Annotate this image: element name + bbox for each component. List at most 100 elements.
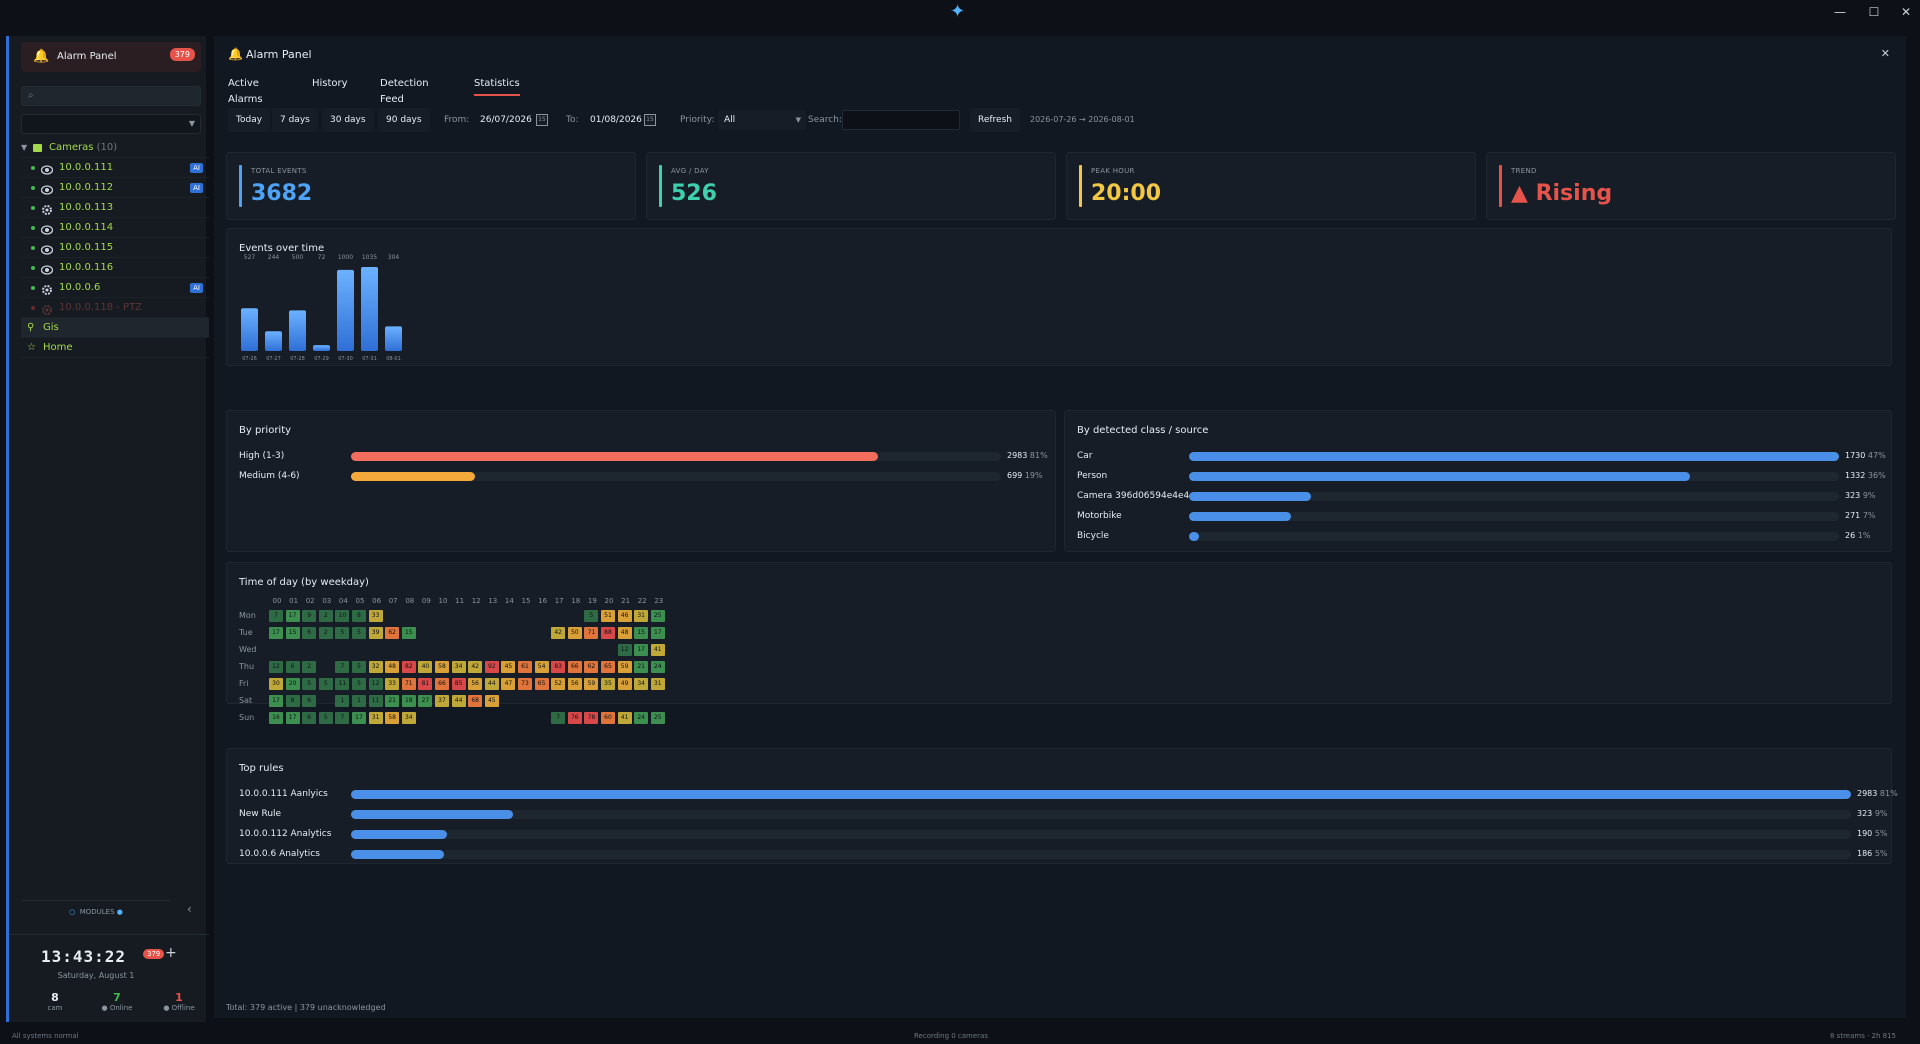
sidebar-filter-select[interactable]: ▼ bbox=[21, 114, 201, 134]
heatmap-cell[interactable]: 40 bbox=[418, 661, 433, 673]
heatmap-cell[interactable]: 1 bbox=[335, 695, 350, 707]
chart-bar[interactable] bbox=[337, 269, 354, 351]
heatmap-cell[interactable]: 2 bbox=[318, 610, 333, 622]
heatmap-cell[interactable]: 65 bbox=[601, 661, 615, 673]
heatmap-cell[interactable]: 76 bbox=[567, 712, 582, 724]
heatmap-cell[interactable]: 42 bbox=[468, 661, 483, 673]
bar-row[interactable]: Car 1730 47% bbox=[1077, 449, 1899, 463]
clock-alarm-badge[interactable]: 379 bbox=[143, 949, 165, 959]
calendar-icon[interactable]: 15 bbox=[644, 114, 656, 126]
sidebar-item-gis[interactable]: ⚲ Gis bbox=[21, 318, 209, 338]
heatmap-cell[interactable]: 17 bbox=[650, 627, 665, 639]
heatmap-cell[interactable]: 31 bbox=[650, 678, 665, 690]
heatmap-cell[interactable]: 44 bbox=[484, 678, 499, 690]
heatmap-cell[interactable]: 25 bbox=[650, 712, 665, 724]
sidebar-search-input[interactable]: ⌕ bbox=[21, 86, 201, 106]
heatmap-cell[interactable]: 81 bbox=[418, 678, 433, 690]
heatmap-cell[interactable]: 8 bbox=[285, 695, 300, 707]
camera-item[interactable]: 10.0.0.115 bbox=[21, 238, 209, 258]
heatmap-cell[interactable]: 44 bbox=[451, 695, 466, 707]
heatmap-cell[interactable]: 56 bbox=[567, 678, 582, 690]
heatmap-cell[interactable]: 8 bbox=[352, 610, 366, 622]
range-7-days-button[interactable]: 7 days bbox=[272, 108, 318, 132]
chart-bar[interactable] bbox=[385, 326, 402, 351]
heatmap-cell[interactable]: 33 bbox=[385, 678, 400, 690]
search-input[interactable] bbox=[842, 110, 960, 130]
chart-bar[interactable] bbox=[313, 345, 330, 351]
heatmap-cell[interactable]: 11 bbox=[335, 678, 350, 690]
heatmap-cell[interactable]: 46 bbox=[617, 610, 632, 622]
heatmap-cell[interactable]: 37 bbox=[435, 695, 449, 707]
heatmap-cell[interactable]: 2 bbox=[302, 661, 317, 673]
heatmap-cell[interactable]: 6 bbox=[302, 695, 317, 707]
bar-row[interactable]: Bicycle 26 1% bbox=[1077, 529, 1899, 543]
heatmap-cell[interactable]: 58 bbox=[435, 661, 449, 673]
heatmap-cell[interactable]: 6 bbox=[302, 627, 317, 639]
heatmap-cell[interactable]: 48 bbox=[385, 661, 400, 673]
bar-row[interactable]: New Rule 323 9% bbox=[239, 807, 1911, 821]
heatmap-cell[interactable]: 20 bbox=[285, 678, 300, 690]
heatmap-cell[interactable]: 12 bbox=[368, 678, 383, 690]
heatmap-cell[interactable]: 82 bbox=[401, 661, 416, 673]
heatmap-cell[interactable]: 17 bbox=[269, 695, 283, 707]
camera-item[interactable]: 10.0.0.116 bbox=[21, 258, 209, 278]
heatmap-cell[interactable]: 15 bbox=[285, 627, 300, 639]
heatmap-cell[interactable]: 50 bbox=[567, 627, 582, 639]
collapse-sidebar-icon[interactable]: ‹ bbox=[187, 902, 192, 916]
heatmap-cell[interactable]: 47 bbox=[501, 678, 516, 690]
heatmap-cell[interactable]: 15 bbox=[634, 627, 649, 639]
calendar-icon[interactable]: 15 bbox=[536, 114, 548, 126]
heatmap-cell[interactable]: 5 bbox=[318, 712, 333, 724]
heatmap-cell[interactable]: 41 bbox=[650, 644, 665, 656]
heatmap-cell[interactable]: 56 bbox=[468, 678, 483, 690]
heatmap-cell[interactable]: 39 bbox=[368, 627, 383, 639]
heatmap-cell[interactable]: 17 bbox=[352, 712, 366, 724]
range-30-days-button[interactable]: 30 days bbox=[322, 108, 374, 132]
tree-group-cameras[interactable]: ▼ Cameras (10) bbox=[21, 138, 209, 158]
heatmap-cell[interactable]: 60 bbox=[601, 712, 615, 724]
bar-row[interactable]: Person 1332 36% bbox=[1077, 469, 1899, 483]
heatmap-cell[interactable]: 30 bbox=[269, 678, 283, 690]
modules-toggle[interactable]: ○ MODULES ● bbox=[21, 900, 171, 922]
heatmap-cell[interactable]: 5 bbox=[352, 661, 366, 673]
bar-row[interactable]: Medium (4-6) 699 19% bbox=[239, 469, 1061, 483]
heatmap-cell[interactable]: 32 bbox=[368, 661, 383, 673]
heatmap-cell[interactable]: 12 bbox=[617, 644, 632, 656]
heatmap-cell[interactable]: 31 bbox=[634, 610, 649, 622]
bar-row[interactable]: Motorbike 271 7% bbox=[1077, 509, 1899, 523]
heatmap-cell[interactable]: 21 bbox=[634, 661, 649, 673]
heatmap-cell[interactable]: 27 bbox=[418, 695, 433, 707]
heatmap-cell[interactable]: 83 bbox=[551, 661, 566, 673]
heatmap-cell[interactable]: 7 bbox=[551, 712, 566, 724]
heatmap-cell[interactable]: 17 bbox=[269, 627, 283, 639]
range-90-days-button[interactable]: 90 days bbox=[378, 108, 430, 132]
priority-select[interactable]: All ▼ bbox=[718, 110, 806, 130]
refresh-button[interactable]: Refresh bbox=[970, 108, 1020, 132]
sidebar-alarm-panel-button[interactable]: 🔔 Alarm Panel 379 bbox=[21, 42, 201, 72]
bar-row[interactable]: 10.0.0.111 Aanlyics 2983 81% bbox=[239, 787, 1911, 801]
heatmap-cell[interactable]: 45 bbox=[484, 695, 499, 707]
heatmap-cell[interactable]: 52 bbox=[551, 678, 566, 690]
heatmap-cell[interactable]: 10 bbox=[335, 610, 350, 622]
bar-row[interactable]: 10.0.0.6 Analytics 186 5% bbox=[239, 847, 1911, 861]
heatmap-cell[interactable]: 58 bbox=[385, 712, 400, 724]
heatmap-cell[interactable]: 66 bbox=[435, 678, 449, 690]
chart-bar[interactable] bbox=[289, 310, 306, 351]
heatmap-cell[interactable]: 33 bbox=[368, 610, 383, 622]
heatmap-cell[interactable]: 85 bbox=[451, 678, 466, 690]
heatmap-cell[interactable]: 5 bbox=[335, 627, 350, 639]
range-today-button[interactable]: Today bbox=[228, 108, 271, 132]
heatmap-cell[interactable]: 62 bbox=[385, 627, 400, 639]
heatmap-cell[interactable]: 71 bbox=[401, 678, 416, 690]
heatmap-cell[interactable]: 16 bbox=[269, 712, 283, 724]
heatmap-cell[interactable]: 6 bbox=[302, 712, 317, 724]
camera-item[interactable]: 10.0.0.6 AI bbox=[21, 278, 209, 298]
heatmap-cell[interactable]: 78 bbox=[584, 712, 599, 724]
add-icon[interactable]: + bbox=[165, 945, 177, 961]
heatmap-cell[interactable]: 41 bbox=[617, 712, 632, 724]
heatmap-cell[interactable]: 34 bbox=[634, 678, 649, 690]
heatmap-cell[interactable]: 31 bbox=[368, 712, 383, 724]
heatmap-cell[interactable]: 5 bbox=[352, 678, 366, 690]
camera-item[interactable]: 10.0.0.113 bbox=[21, 198, 209, 218]
heatmap-cell[interactable]: 34 bbox=[401, 712, 416, 724]
